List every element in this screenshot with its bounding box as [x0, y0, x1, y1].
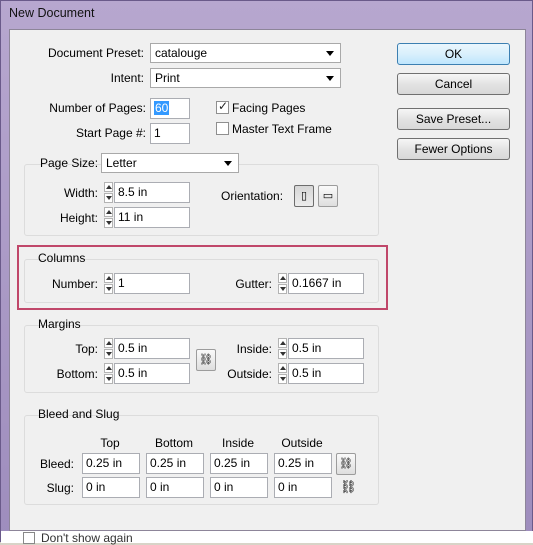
bleed-header-outside: Outside: [281, 436, 323, 450]
dont-show-label: Don't show again: [41, 531, 133, 545]
slug-bottom-value: 0 in: [150, 480, 170, 494]
start-page-label: Start Page #:: [75, 126, 146, 140]
save-preset-button[interactable]: Save Preset...: [397, 108, 510, 130]
margin-bottom-label: Bottom:: [56, 367, 98, 381]
chevron-down-icon: [224, 161, 232, 166]
intent-label: Intent:: [110, 71, 144, 85]
slug-top-input[interactable]: 0 in: [82, 477, 140, 498]
landscape-orientation-icon[interactable]: ▭: [318, 185, 338, 207]
gutter-value: 0.1667 in: [292, 276, 342, 290]
dont-show-checkbox[interactable]: [23, 532, 35, 544]
bleed-top-value: 0.25 in: [86, 456, 123, 470]
width-value: 8.5 in: [118, 185, 148, 199]
width-label: Width:: [63, 186, 98, 200]
height-label: Height:: [59, 211, 98, 225]
gutter-input[interactable]: 0.1667 in: [288, 273, 364, 294]
margin-top-value: 0.5 in: [118, 341, 148, 355]
document-preset-dropdown[interactable]: catalouge: [150, 43, 341, 63]
slug-bottom-input[interactable]: 0 in: [146, 477, 204, 498]
number-of-pages-label: Number of Pages:: [49, 101, 146, 115]
margin-outside-input[interactable]: 0.5 in: [288, 363, 364, 384]
bleed-label: Bleed:: [39, 457, 74, 471]
bleed-outside-value: 0.25 in: [278, 456, 315, 470]
start-page-input[interactable]: 1: [150, 123, 190, 144]
checkmark-icon: ✓: [218, 99, 229, 113]
title-bar[interactable]: New Document: [1, 1, 533, 29]
slug-outside-input[interactable]: 0 in: [274, 477, 332, 498]
bleed-inside-value: 0.25 in: [214, 456, 251, 470]
portrait-orientation-icon[interactable]: ▯: [294, 185, 314, 207]
margin-top-label: Top:: [75, 342, 98, 356]
gutter-stepper[interactable]: [278, 273, 287, 294]
chevron-down-icon: [326, 76, 334, 81]
slug-label: Slug:: [46, 481, 74, 495]
page-size-label: Page Size:: [40, 156, 99, 170]
start-page-value: 1: [154, 126, 161, 140]
bleed-header-inside: Inside: [221, 436, 255, 450]
bleed-outside-input[interactable]: 0.25 in: [274, 453, 332, 474]
dialog-body: Document Preset: catalouge Intent: Print…: [9, 29, 526, 531]
intent-value: Print: [155, 71, 180, 85]
height-input[interactable]: 11 in: [114, 207, 190, 228]
window-title: New Document: [9, 6, 95, 20]
page-size-value: Letter: [106, 156, 137, 170]
width-input[interactable]: 8.5 in: [114, 182, 190, 203]
slug-inside-value: 0 in: [214, 480, 234, 494]
margin-inside-input[interactable]: 0.5 in: [288, 338, 364, 359]
columns-number-stepper[interactable]: [104, 273, 113, 294]
width-stepper[interactable]: [104, 182, 113, 203]
margin-inside-value: 0.5 in: [292, 341, 322, 355]
page-size-dropdown[interactable]: Letter: [101, 153, 239, 173]
margin-outside-value: 0.5 in: [292, 366, 322, 380]
bleed-slug-title: Bleed and Slug: [38, 407, 120, 421]
columns-number-value: 1: [118, 276, 125, 290]
bleed-bottom-value: 0.25 in: [150, 456, 187, 470]
slug-inside-input[interactable]: 0 in: [210, 477, 268, 498]
height-stepper[interactable]: [104, 207, 113, 228]
margin-top-stepper[interactable]: [104, 338, 113, 359]
slug-outside-value: 0 in: [278, 480, 298, 494]
ok-button[interactable]: OK: [397, 43, 510, 65]
slug-top-value: 0 in: [86, 480, 106, 494]
margin-top-input[interactable]: 0.5 in: [114, 338, 190, 359]
margin-outside-stepper[interactable]: [278, 363, 287, 384]
bleed-top-input[interactable]: 0.25 in: [82, 453, 140, 474]
master-text-frame-checkbox[interactable]: [216, 122, 229, 135]
link-margins-icon[interactable]: ⛓: [196, 349, 216, 371]
bleed-header-bottom: Bottom: [154, 436, 193, 450]
cancel-button[interactable]: Cancel: [397, 73, 510, 95]
margin-bottom-stepper[interactable]: [104, 363, 113, 384]
new-document-window: New Document Document Preset: catalouge …: [0, 0, 533, 545]
margins-title: Margins: [38, 317, 81, 331]
orientation-label: Orientation:: [221, 189, 284, 203]
columns-number-label: Number:: [51, 277, 98, 291]
bleed-header-top: Top: [100, 436, 120, 450]
chevron-down-icon: [326, 51, 334, 56]
height-value: 11 in: [118, 210, 144, 224]
margin-inside-label: Inside:: [236, 342, 272, 356]
columns-number-input[interactable]: 1: [114, 273, 190, 294]
dont-show-again[interactable]: Don't show again: [23, 531, 133, 545]
bleed-inside-input[interactable]: 0.25 in: [210, 453, 268, 474]
fewer-options-button[interactable]: Fewer Options: [397, 138, 510, 160]
document-preset-label: Document Preset:: [47, 46, 144, 60]
margin-outside-label: Outside:: [227, 367, 272, 381]
link-bleed-icon[interactable]: ⛓: [336, 453, 356, 475]
facing-pages-checkbox[interactable]: ✓: [216, 99, 229, 114]
intent-dropdown[interactable]: Print: [150, 68, 341, 88]
margin-bottom-value: 0.5 in: [118, 366, 148, 380]
number-of-pages-input[interactable]: 60: [150, 98, 190, 119]
link-slug-icon[interactable]: ⛓: [340, 479, 357, 495]
margin-bottom-input[interactable]: 0.5 in: [114, 363, 190, 384]
facing-pages-label: Facing Pages: [232, 101, 306, 115]
master-text-frame-label: Master Text Frame: [232, 122, 332, 136]
number-of-pages-value: 60: [154, 101, 170, 115]
columns-title: Columns: [38, 251, 86, 265]
gutter-label: Gutter:: [235, 277, 272, 291]
margin-inside-stepper[interactable]: [278, 338, 287, 359]
document-preset-value: catalouge: [155, 46, 208, 60]
bleed-bottom-input[interactable]: 0.25 in: [146, 453, 204, 474]
